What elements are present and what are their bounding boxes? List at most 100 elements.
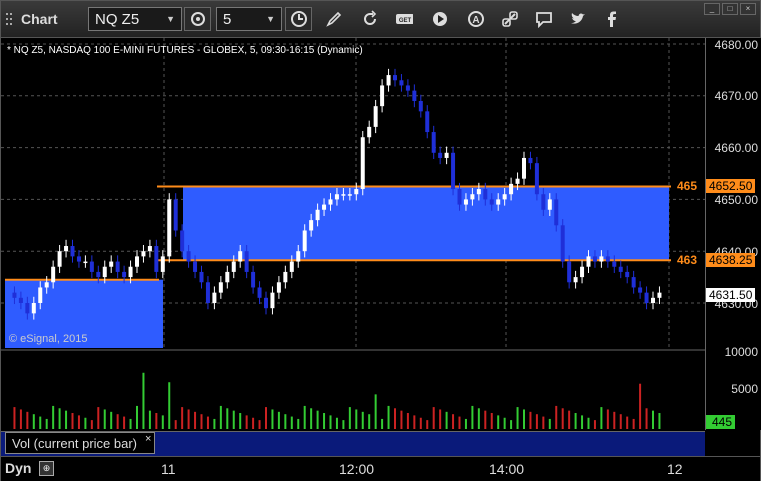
volume-bar <box>142 372 145 429</box>
volume-bar <box>52 405 55 429</box>
volume-bar <box>645 408 648 429</box>
symbol-input[interactable]: NQ Z5 ▼ <box>88 7 182 31</box>
dynamic-mode-label: Dyn <box>5 460 32 476</box>
toolbar: Chart NQ Z5 ▼ 5 ▼ GET A _ □ × <box>1 1 760 38</box>
alert-icon[interactable]: A <box>467 10 485 28</box>
candle-body <box>341 194 346 196</box>
volume-bar <box>600 407 603 429</box>
volume-bar <box>355 409 358 429</box>
volume-bar <box>32 414 35 429</box>
candle-body <box>631 277 636 288</box>
candle-body <box>431 132 436 153</box>
get-data-icon[interactable]: GET <box>395 10 413 28</box>
maximize-button[interactable]: □ <box>722 3 738 15</box>
dropdown-arrow-icon[interactable]: ▼ <box>166 14 175 24</box>
volume-bar <box>568 410 571 429</box>
candle-body <box>225 271 230 283</box>
volume-bar <box>316 410 319 429</box>
volume-bar <box>613 411 616 429</box>
candle-body <box>147 246 152 252</box>
volume-bar <box>593 420 596 429</box>
symbol-settings-button[interactable] <box>184 7 211 31</box>
candle-body <box>463 199 468 205</box>
candle-body <box>180 230 185 252</box>
last-price-tag: 4631.50 <box>706 288 756 302</box>
svg-text:A: A <box>472 15 479 26</box>
dropdown-arrow-icon[interactable]: ▼ <box>266 14 275 24</box>
candle-body <box>315 209 320 221</box>
volume-bar <box>297 418 300 429</box>
chat-icon[interactable] <box>535 10 553 28</box>
chart-title[interactable]: Chart <box>5 10 58 28</box>
candle-body <box>334 194 339 200</box>
volume-bar <box>310 408 313 429</box>
volume-bar <box>484 410 487 429</box>
candle-body <box>128 266 133 278</box>
candle-body <box>496 199 501 205</box>
volume-bar <box>194 411 197 429</box>
candle-body <box>283 271 288 283</box>
volume-bar <box>374 394 377 429</box>
volume-axis-label: 5000 <box>731 382 758 396</box>
price-chart[interactable] <box>1 38 705 348</box>
price-axis[interactable]: 4680.00 4670.00 4660.00 4650.00 4640.00 … <box>705 38 761 430</box>
volume-bar <box>284 414 287 429</box>
volume-study-close-button[interactable]: × <box>145 433 151 445</box>
close-button[interactable]: × <box>740 3 756 15</box>
candle-body <box>289 261 294 272</box>
twitter-icon[interactable] <box>569 10 587 28</box>
volume-bar <box>619 414 622 429</box>
lock-icon[interactable]: ⊕ <box>39 461 54 476</box>
window-controls: _ □ × <box>704 3 756 15</box>
volume-bar <box>187 409 190 429</box>
level-bottom-tag: 4638.25 <box>706 253 756 267</box>
volume-bar <box>523 409 525 429</box>
volume-chart[interactable] <box>1 349 705 429</box>
volume-bar <box>497 415 500 429</box>
candle-body <box>405 85 410 91</box>
candle-body <box>360 137 365 190</box>
candle-body <box>347 194 352 196</box>
volume-bar <box>232 410 235 429</box>
draw-tool-icon[interactable] <box>325 10 343 28</box>
copyright-text: © eSignal, 2015 <box>9 333 88 345</box>
candle-body <box>651 297 655 303</box>
candle-body <box>509 183 514 195</box>
candle-body <box>586 256 591 267</box>
refresh-icon[interactable] <box>361 10 379 28</box>
candle-body <box>18 297 23 303</box>
candle-body <box>638 287 643 293</box>
level-bottom-label: 463 <box>677 253 698 267</box>
candle-body <box>309 220 314 231</box>
volume-bar <box>574 413 577 429</box>
time-axis[interactable]: 11 12:00 14:00 12 <box>1 456 760 481</box>
minimize-button[interactable]: _ <box>704 3 720 15</box>
volume-bar <box>606 409 609 429</box>
candle-body <box>393 75 397 81</box>
facebook-icon[interactable] <box>603 10 621 28</box>
volume-bar <box>123 416 126 429</box>
volume-bar <box>658 413 661 429</box>
interval-time-button[interactable] <box>285 7 312 31</box>
candle-body <box>231 261 236 272</box>
volume-bar <box>129 418 132 429</box>
volume-bar <box>652 410 654 429</box>
volume-bar <box>103 409 106 429</box>
volume-bar <box>394 408 396 429</box>
volume-bar <box>226 408 229 429</box>
candle-body <box>25 303 30 314</box>
link-icon[interactable] <box>501 10 519 28</box>
candle-body <box>64 246 69 252</box>
gear-icon <box>190 12 205 26</box>
volume-study-label[interactable]: Vol (current price bar) <box>5 432 155 454</box>
interval-value: 5 <box>223 10 232 28</box>
volume-bar <box>84 417 87 429</box>
candle-body <box>451 152 456 190</box>
interval-input[interactable]: 5 ▼ <box>216 7 282 31</box>
play-icon[interactable] <box>431 10 449 28</box>
volume-bar <box>97 407 100 429</box>
volume-bar <box>477 408 480 429</box>
candle-body <box>476 189 481 195</box>
candle-body <box>244 251 249 272</box>
volume-bar <box>439 409 442 429</box>
